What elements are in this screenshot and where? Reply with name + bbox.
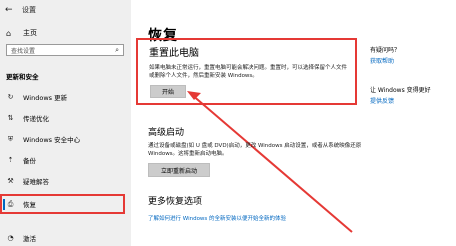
feedback-link[interactable]: 提供反馈 [370,96,394,105]
restart-now-button[interactable]: 立即重新启动 [148,163,210,177]
annotation-arrow [187,91,353,233]
advanced-startup-heading: 高级启动 [148,128,185,138]
get-help-link[interactable]: 获取帮助 [370,56,394,65]
arrow-shaft [190,93,353,233]
help-question: 有疑问吗？ [370,47,401,54]
advanced-startup-description: 通过设备或磁盘(如 U 盘或 DVD)启动，更改 Windows 启动设置，或者… [148,143,362,157]
more-recovery-heading: 更多恢复选项 [148,197,203,207]
improve-windows-text: 让 Windows 变得更好 [370,87,431,94]
arrow-head [187,91,201,100]
fresh-install-link[interactable]: 了解如何进行 Windows 的全新安装以便开始全新的体验 [148,214,286,222]
